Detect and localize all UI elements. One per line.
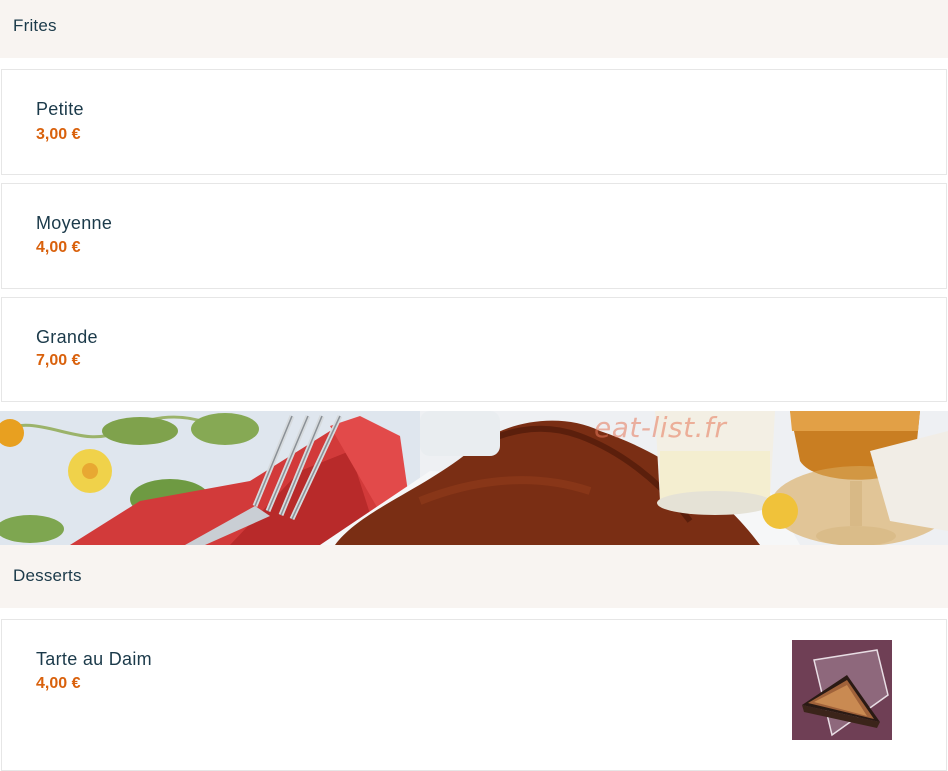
menu-item-moyenne[interactable]: Moyenne 4,00 € (1, 183, 947, 289)
item-price: 3,00 € (36, 126, 81, 143)
menu-item-grande[interactable]: Grande 7,00 € (1, 297, 947, 402)
item-price: 4,00 € (36, 239, 81, 256)
section-title: Frites (13, 16, 57, 35)
section-title: Desserts (13, 566, 82, 585)
dessert-banner-image: eat-list.fr (0, 411, 948, 545)
menu-item-petite[interactable]: Petite 3,00 € (1, 69, 947, 175)
menu-item-tarte-au-daim[interactable]: Tarte au Daim 4,00 € (1, 619, 947, 771)
tart-illustration (792, 640, 892, 740)
item-name: Grande (36, 327, 98, 347)
banner-illustration (0, 411, 948, 545)
section-header-frites: Frites (0, 0, 948, 58)
item-price: 7,00 € (36, 352, 81, 369)
item-name: Moyenne (36, 213, 113, 233)
watermark-text: eat-list.fr (594, 411, 727, 444)
item-name: Tarte au Daim (36, 649, 152, 669)
section-header-desserts: Desserts (0, 545, 948, 608)
item-name: Petite (36, 99, 84, 119)
item-price: 4,00 € (36, 675, 81, 692)
item-thumbnail[interactable] (792, 640, 892, 740)
